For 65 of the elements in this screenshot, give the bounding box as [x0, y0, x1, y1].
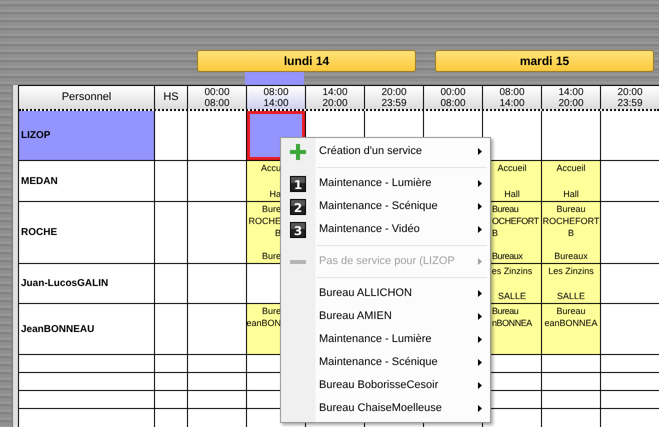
service-text: eanBONNEA [544, 317, 598, 329]
staff-name[interactable]: Juan-LucosGALIN [19, 264, 155, 303]
service-location: Hall [504, 188, 520, 200]
menu-item[interactable]: Maintenance - Scénique [281, 351, 490, 374]
submenu-arrow-icon [478, 180, 482, 187]
submenu-arrow-icon [478, 258, 482, 265]
staff-name[interactable]: ROCHE [19, 202, 155, 263]
service-location: SALLE [498, 290, 526, 302]
time-column-header[interactable]: 14:00 20:00 [542, 86, 601, 109]
service-text: Bureau [492, 203, 518, 215]
service-cell[interactable]: Accueil Hall [542, 161, 600, 201]
plus-icon [290, 144, 306, 160]
service-location: Bure [262, 250, 281, 262]
menu-item[interactable]: Bureau ChaiseMoelleuse [281, 397, 490, 420]
number-icon: 1 [290, 176, 306, 192]
service-text: OCHEFORT [492, 215, 539, 227]
menu-item[interactable]: Création d'un service [281, 140, 490, 163]
submenu-arrow-icon [478, 405, 482, 412]
time-column-header[interactable]: 20:00 23:59 [365, 86, 424, 109]
service-text: es Zinzins [492, 265, 532, 277]
column-header[interactable]: HS [155, 86, 188, 109]
service-text: eanBON [247, 317, 281, 329]
submenu-arrow-icon [478, 313, 482, 320]
service-text: ROCHEFORT [542, 215, 600, 227]
number-icon: 2 [290, 198, 306, 214]
service-cell[interactable]: Bureau ROCHEFORT B Bureaux [542, 202, 600, 263]
submenu-arrow-icon [478, 336, 482, 343]
service-text: B [568, 227, 574, 239]
time-column-header[interactable]: 08:00 14:00 [247, 86, 306, 109]
time-column-header[interactable]: 08:00 14:00 [483, 86, 542, 109]
submenu-arrow-icon [478, 148, 482, 155]
dash-icon [290, 260, 306, 264]
day-header[interactable]: lundi 14 [197, 50, 416, 72]
service-location: Bureaux [492, 250, 522, 262]
submenu-arrow-icon [478, 226, 482, 233]
service-cell[interactable]: Bureau eanBONNEA [542, 304, 600, 354]
submenu-arrow-icon [478, 203, 482, 210]
staff-name[interactable]: LIZOP [19, 111, 155, 160]
service-text: B [492, 227, 498, 239]
column-header[interactable]: Personnel [19, 86, 155, 109]
service-text: Accueil [556, 162, 586, 174]
time-column-header[interactable]: 00:00 08:00 [188, 86, 247, 109]
service-location: SALLE [556, 290, 586, 302]
service-text: Accueil [497, 162, 526, 174]
submenu-arrow-icon [478, 359, 482, 366]
service-text: Bure [262, 305, 281, 317]
service-location: Bureaux [554, 250, 588, 262]
service-text: Bureau [492, 305, 518, 317]
submenu-arrow-icon [478, 382, 482, 389]
service-text: nBONNEA [492, 317, 532, 329]
service-text: Bureau [556, 203, 586, 215]
time-column-header[interactable]: 20:00 23:59 [601, 86, 659, 109]
staff-name[interactable]: MEDAN [19, 161, 155, 201]
service-text: ROCHE [248, 215, 281, 227]
time-column-header[interactable]: 00:00 08:00 [424, 86, 483, 109]
time-column-header[interactable]: 14:00 20:00 [306, 86, 365, 109]
day-header[interactable]: mardi 15 [435, 50, 654, 72]
service-location: Hall [563, 188, 579, 200]
service-text: Les Zinzins [548, 265, 594, 277]
staff-name[interactable]: JeanBONNEAU [19, 304, 155, 354]
number-icon: 3 [290, 222, 306, 238]
menu-item[interactable]: Bureau BoborisseCesoir [281, 374, 490, 397]
submenu-arrow-icon [478, 290, 482, 297]
service-text: Bureau [556, 305, 586, 317]
service-text: Bure [262, 203, 281, 215]
